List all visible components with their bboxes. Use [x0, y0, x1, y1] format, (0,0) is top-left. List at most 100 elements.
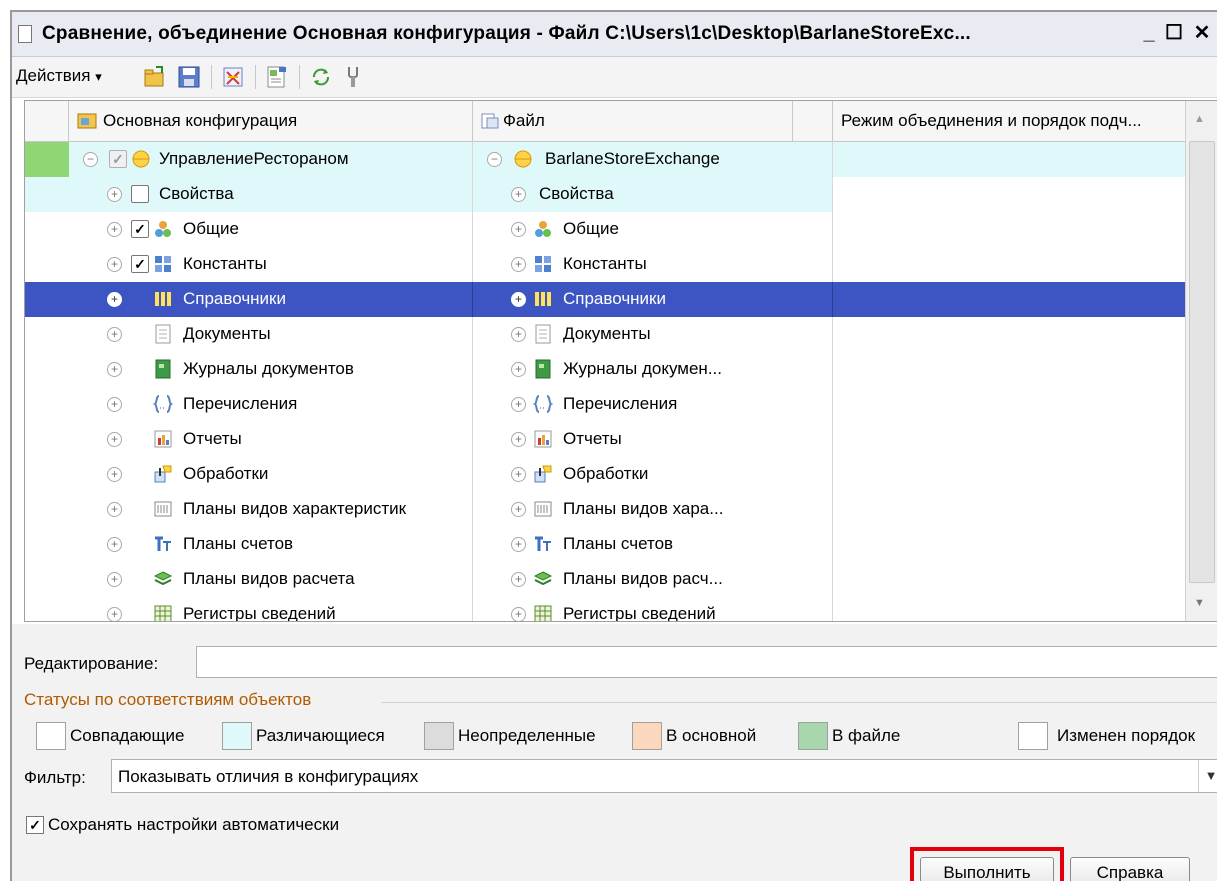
- scroll-down-icon[interactable]: ▼: [1194, 597, 1205, 609]
- settings-icon[interactable]: [340, 64, 366, 90]
- expand-icon[interactable]: +: [107, 572, 122, 587]
- tree-root-label-main: УправлениеРестораном: [159, 149, 349, 168]
- bottom-panel: Редактирование: Статусы по соответствиям…: [12, 624, 1217, 881]
- tree-cell-mode[interactable]: [833, 142, 1187, 177]
- tree-row[interactable]: + Планы видов расчета + Планы видов расч…: [25, 562, 1187, 597]
- open-file-icon[interactable]: [142, 64, 168, 90]
- tree-item-file: Планы видов расч...: [563, 569, 723, 588]
- scroll-up-icon[interactable]: ▲: [1194, 113, 1205, 125]
- tree-item-main: Планы видов расчета: [183, 569, 355, 588]
- scrollbar-thumb[interactable]: [1189, 141, 1215, 583]
- column-header-main[interactable]: Основная конфигурация: [69, 101, 473, 141]
- tree-row[interactable]: + Обработки + Обработки: [25, 457, 1187, 492]
- tree-item-main: Обработки: [183, 464, 269, 483]
- tree-item-file: Общие: [563, 219, 619, 238]
- editing-field[interactable]: [196, 646, 1217, 678]
- expand-icon[interactable]: +: [511, 537, 526, 552]
- tree-row[interactable]: + Документы + Документы: [25, 317, 1187, 352]
- tree-item-file: Перечисления: [563, 394, 678, 413]
- tree-row[interactable]: + Регистры сведений + Регистры сведений: [25, 597, 1187, 621]
- document-icon: [155, 324, 171, 344]
- tree-item-file: Константы: [563, 254, 647, 273]
- expand-icon[interactable]: +: [107, 502, 122, 517]
- expand-icon[interactable]: +: [511, 572, 526, 587]
- status-swatch-different: [222, 722, 252, 750]
- tree-row[interactable]: + Планы видов характеристик + Планы видо…: [25, 492, 1187, 527]
- tree-item-file: Планы видов хара...: [563, 499, 724, 518]
- help-button[interactable]: Справка: [1070, 857, 1190, 881]
- title-bar: Сравнение, объединение Основная конфигур…: [12, 12, 1217, 57]
- column-header-mode[interactable]: Режим объединения и порядок подч...: [833, 101, 1187, 141]
- status-swatch-in-file: [798, 722, 828, 750]
- autosave-checkbox[interactable]: ✓: [26, 816, 44, 834]
- configuration-root-icon: [132, 150, 150, 168]
- expand-icon[interactable]: +: [511, 397, 526, 412]
- header-marker-cell: [25, 101, 69, 141]
- expand-icon[interactable]: +: [511, 467, 526, 482]
- tree-item-main: Перечисления: [183, 394, 298, 413]
- expand-icon[interactable]: +: [511, 222, 526, 237]
- tree-row[interactable]: + ✓ Общие + Общие: [25, 212, 1187, 247]
- compare-icon[interactable]: [220, 64, 246, 90]
- tree-item-file: Планы счетов: [563, 534, 674, 553]
- expand-icon[interactable]: +: [107, 467, 122, 482]
- report-icon[interactable]: [264, 64, 290, 90]
- expand-icon[interactable]: +: [107, 537, 122, 552]
- maximize-button[interactable]: ☐: [1162, 20, 1186, 46]
- tree-row[interactable]: + ✓ Константы + Константы: [25, 247, 1187, 282]
- tree-row-root[interactable]: − ✓ УправлениеРестораном − BarlaneStoreE…: [25, 142, 1187, 212]
- expand-icon[interactable]: +: [511, 257, 526, 272]
- enum-icon: [533, 395, 553, 413]
- checkbox-checked[interactable]: ✓: [131, 220, 149, 238]
- toolbar: Действия ▾: [12, 57, 1217, 98]
- expand-icon[interactable]: +: [107, 607, 122, 621]
- expand-icon[interactable]: +: [107, 292, 122, 307]
- tree-item-main: Свойства: [159, 184, 234, 203]
- expand-icon[interactable]: +: [511, 327, 526, 342]
- close-button[interactable]: ✕: [1190, 20, 1214, 46]
- expand-icon[interactable]: +: [511, 292, 526, 307]
- tree-row[interactable]: + Свойства + Свойства: [25, 177, 1187, 212]
- expand-icon[interactable]: +: [107, 327, 122, 342]
- minimize-button[interactable]: _: [1137, 20, 1161, 46]
- status-label-in-main: В основной: [666, 726, 757, 745]
- expand-icon[interactable]: +: [511, 502, 526, 517]
- tree-item-main: Константы: [183, 254, 267, 273]
- actions-label: Действия: [16, 66, 91, 85]
- configuration-icon: [77, 113, 97, 129]
- tree-row[interactable]: + Отчеты + Отчеты: [25, 422, 1187, 457]
- expand-icon[interactable]: +: [107, 257, 122, 272]
- tree-row[interactable]: + Планы счетов + Планы счетов: [25, 527, 1187, 562]
- expand-icon[interactable]: +: [107, 397, 122, 412]
- comparison-tree[interactable]: Основная конфигурация Файл Режим объедин…: [24, 100, 1217, 622]
- tree-row[interactable]: + Перечисления + Перечисления: [25, 387, 1187, 422]
- vertical-scrollbar[interactable]: ▲ ▼: [1185, 101, 1217, 621]
- common-icon: [535, 221, 551, 237]
- refresh-icon[interactable]: [308, 64, 334, 90]
- save-icon[interactable]: [176, 64, 202, 90]
- tree-row-selected[interactable]: + Справочники + Справочники: [25, 282, 1187, 317]
- expand-icon[interactable]: +: [107, 187, 122, 202]
- expand-icon[interactable]: +: [511, 432, 526, 447]
- actions-menu[interactable]: Действия ▾: [16, 66, 102, 86]
- expand-icon[interactable]: +: [511, 187, 526, 202]
- autosave-label[interactable]: Сохранять настройки автоматически: [48, 815, 339, 835]
- tree-row[interactable]: + Журналы документов + Журналы докумен..…: [25, 352, 1187, 387]
- tree-item-file: Отчеты: [563, 429, 622, 448]
- dropdown-arrow-icon[interactable]: ▼: [1198, 760, 1217, 792]
- collapse-icon[interactable]: −: [487, 152, 502, 167]
- checkbox-checked[interactable]: ✓: [131, 255, 149, 273]
- checkbox-checked-disabled[interactable]: ✓: [109, 150, 127, 168]
- tree-item-main: Планы видов характеристик: [183, 499, 407, 518]
- tree-item-main: Журналы документов: [183, 359, 354, 378]
- column-header-file[interactable]: Файл: [473, 101, 793, 141]
- tree-item-main: Документы: [183, 324, 271, 343]
- expand-icon[interactable]: +: [107, 222, 122, 237]
- checkbox-unchecked[interactable]: [131, 185, 149, 203]
- expand-icon[interactable]: +: [511, 362, 526, 377]
- expand-icon[interactable]: +: [107, 432, 122, 447]
- expand-icon[interactable]: +: [511, 607, 526, 621]
- expand-icon[interactable]: +: [107, 362, 122, 377]
- collapse-icon[interactable]: −: [83, 152, 98, 167]
- filter-select[interactable]: Показывать отличия в конфигурациях ▼: [111, 759, 1217, 793]
